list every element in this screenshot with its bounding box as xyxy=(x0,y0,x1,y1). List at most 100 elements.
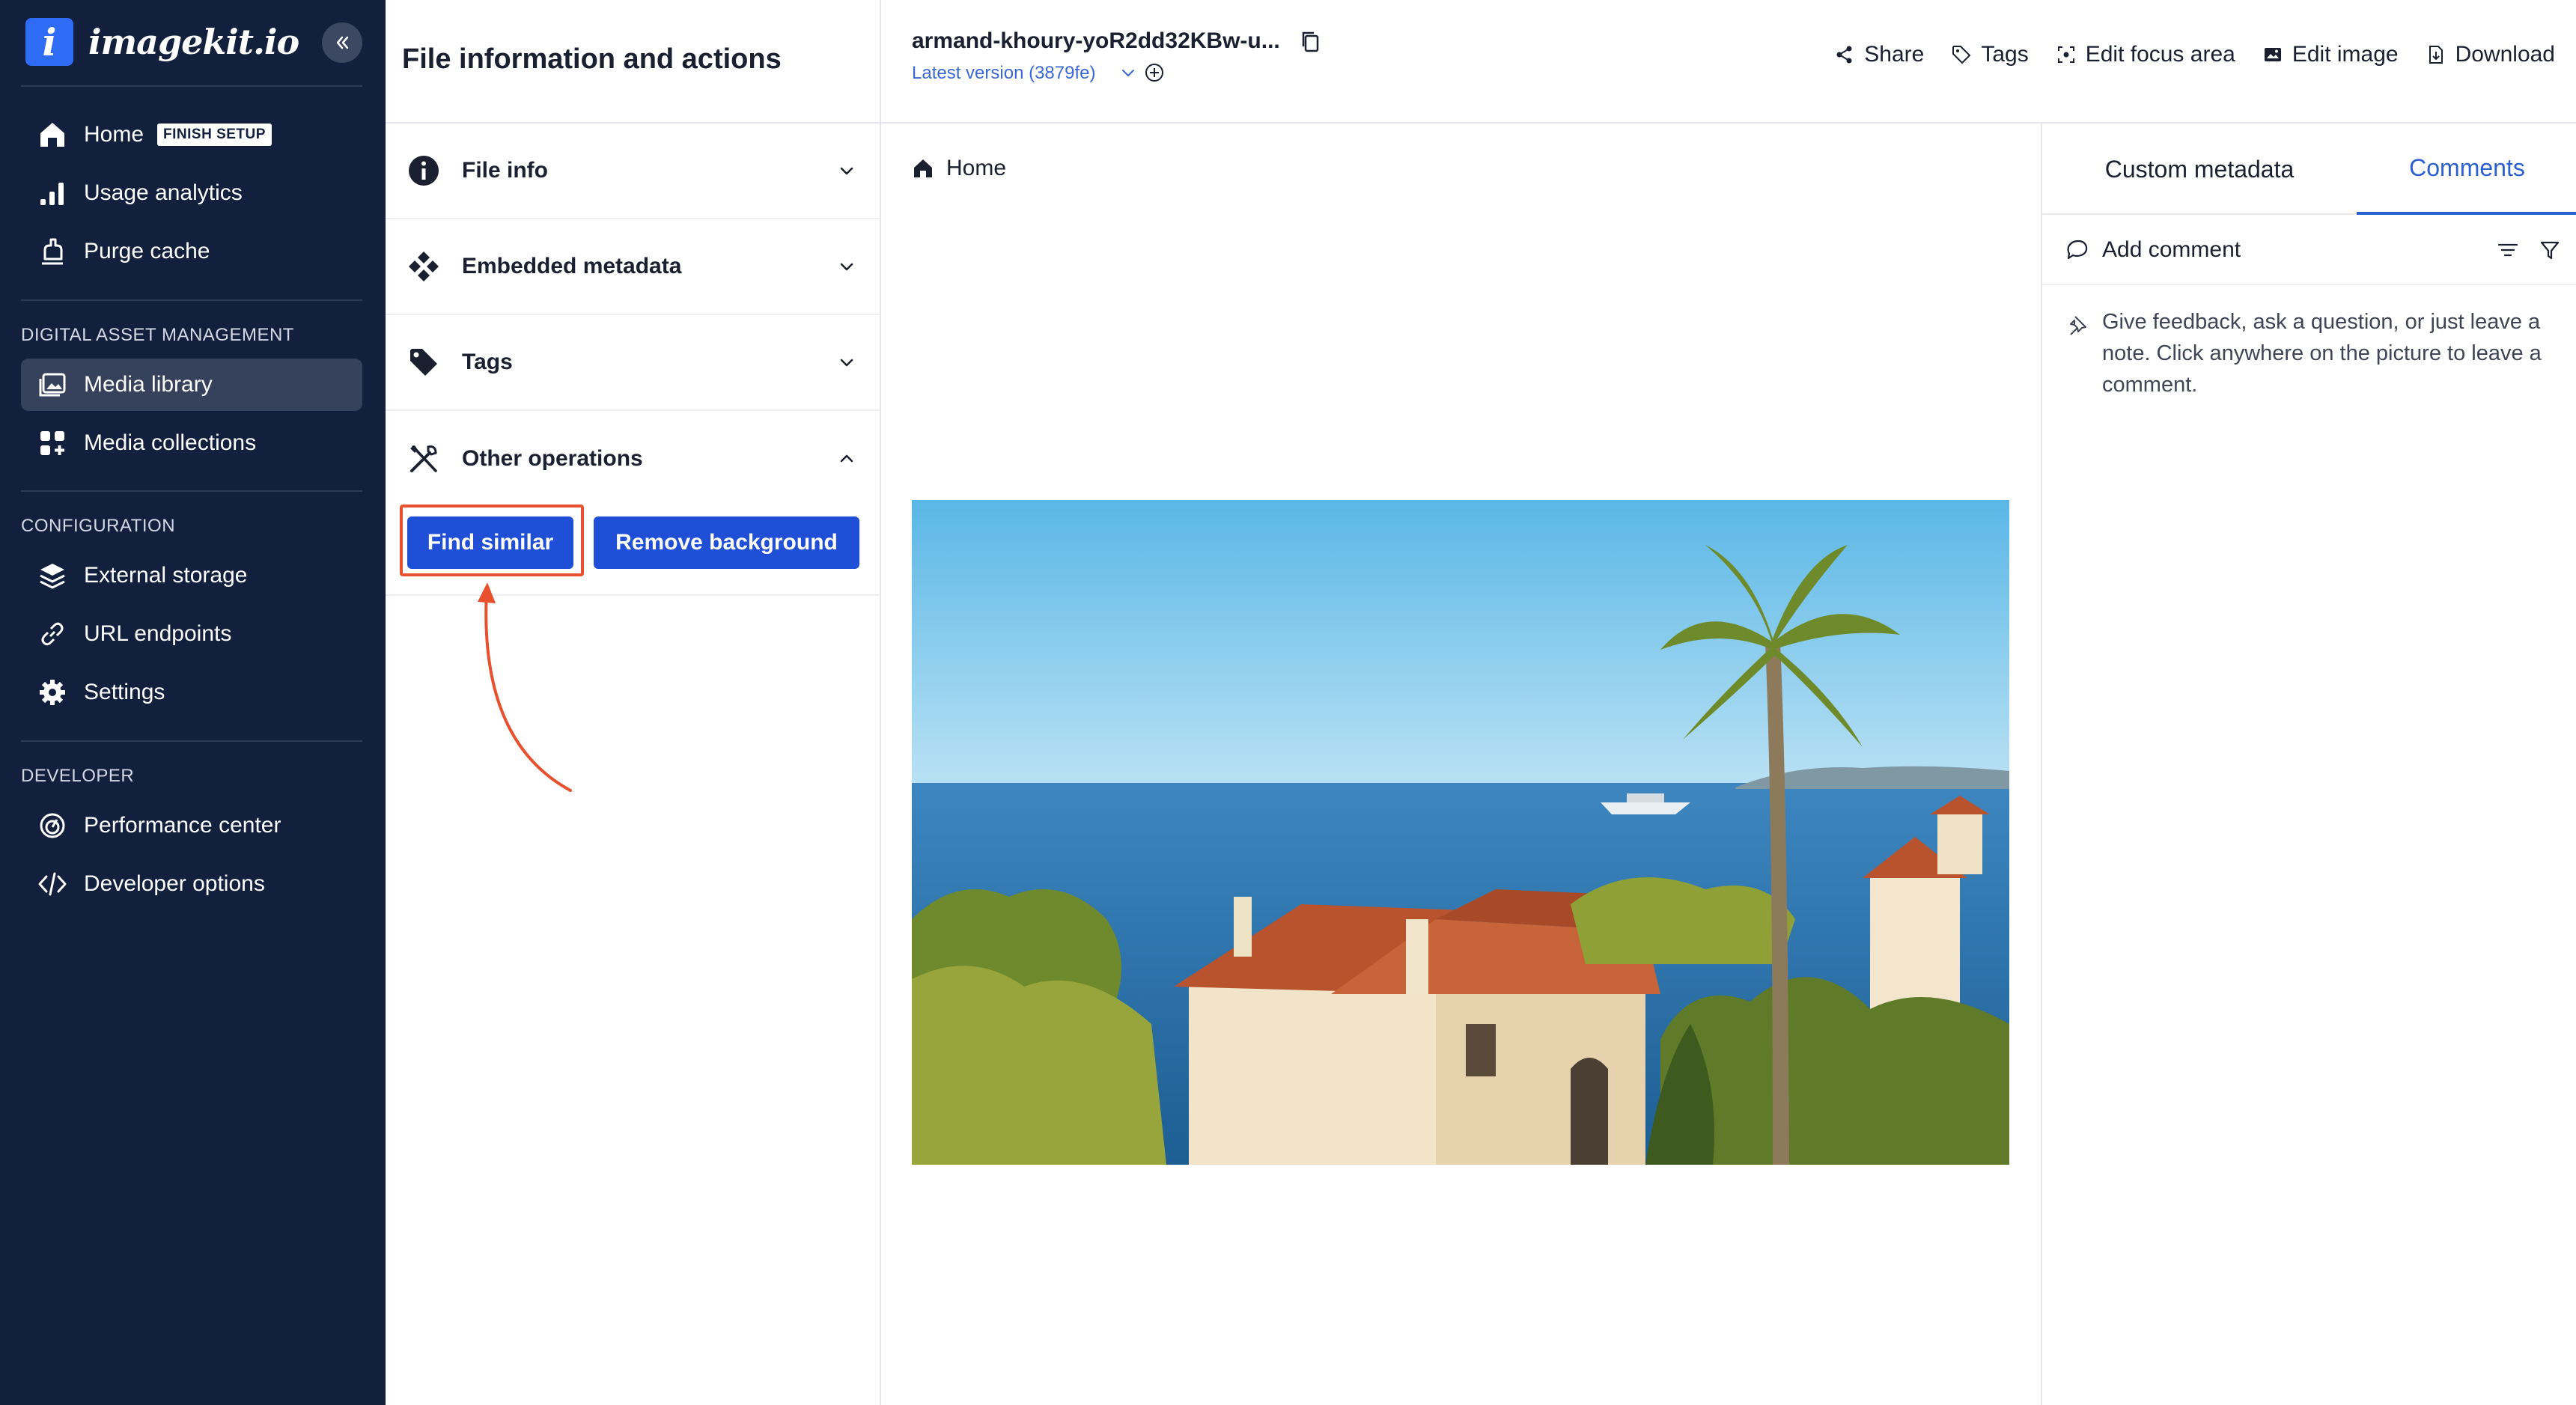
section-title-configuration: CONFIGURATION xyxy=(21,516,176,536)
tag-icon xyxy=(405,344,442,381)
panel-tabs: Custom metadata Comments xyxy=(2042,124,2576,215)
add-comment-bar[interactable]: Add comment xyxy=(2042,216,2576,285)
annotation-highlight-box xyxy=(400,505,584,576)
section-title-dam: DIGITAL ASSET MANAGEMENT xyxy=(21,325,294,345)
sidebar-item-performance-center[interactable]: Performance center xyxy=(21,799,362,852)
add-comment-label: Add comment xyxy=(2102,237,2241,262)
sidebar-item-external-storage[interactable]: External storage xyxy=(21,549,362,602)
main-area: armand-khoury-yoR2dd32KBw-u... Latest ve… xyxy=(881,0,2576,1405)
sidebar-item-label: Media library xyxy=(84,372,213,397)
chevron-down-icon xyxy=(824,162,869,180)
version-selector[interactable]: Latest version (3879fe) xyxy=(912,63,1095,84)
collapse-sidebar-button[interactable] xyxy=(322,22,362,63)
sidebar-item-media-collections[interactable]: Media collections xyxy=(21,417,362,469)
accordion-label: Other operations xyxy=(462,446,643,471)
diamond-grid-icon xyxy=(405,248,442,285)
accordion-label: Tags xyxy=(462,350,513,374)
add-version-icon[interactable] xyxy=(1143,61,1166,84)
copy-icon[interactable] xyxy=(1297,28,1324,55)
breadcrumb-home[interactable]: Home xyxy=(946,156,1006,181)
annotation-arrow-icon xyxy=(478,582,572,792)
sidebar-item-label: Developer options xyxy=(84,871,265,896)
edit-image-label: Edit image xyxy=(2292,42,2399,67)
filter-icon[interactable] xyxy=(2539,239,2561,261)
sidebar-item-home[interactable]: Home FINISH SETUP xyxy=(21,109,362,161)
info-icon xyxy=(405,152,442,189)
divider xyxy=(21,490,362,492)
sidebar-item-url-endpoints[interactable]: URL endpoints xyxy=(21,608,362,660)
sidebar-item-label: Purge cache xyxy=(84,239,210,263)
sidebar-item-developer-options[interactable]: Developer options xyxy=(21,858,362,910)
sidebar-item-purge-cache[interactable]: Purge cache xyxy=(21,225,362,278)
code-icon xyxy=(36,868,69,900)
remove-background-button[interactable]: Remove background xyxy=(594,516,859,569)
accordion-embedded-metadata[interactable]: Embedded metadata xyxy=(386,219,880,315)
top-actions: Share Tags Edit focus area Edit image Do… xyxy=(1807,42,2555,67)
share-label: Share xyxy=(1864,42,1925,67)
comments-panel: Custom metadata Comments Add comment Giv… xyxy=(2041,124,2576,1405)
tab-custom-metadata[interactable]: Custom metadata xyxy=(2042,124,2357,215)
gear-icon xyxy=(36,676,69,709)
chevron-down-icon[interactable] xyxy=(1118,63,1139,84)
image-preview[interactable] xyxy=(912,500,2009,1165)
accordion-other-operations[interactable]: Other operations xyxy=(386,411,880,507)
logo-text: imagekit.io xyxy=(88,22,299,62)
finish-setup-badge[interactable]: FINISH SETUP xyxy=(157,124,272,146)
sidebar-item-settings[interactable]: Settings xyxy=(21,666,362,719)
comments-hint: Give feedback, ask a question, or just l… xyxy=(2065,306,2559,400)
tags-button[interactable]: Tags xyxy=(1951,42,2029,67)
home-icon xyxy=(36,118,69,151)
divider xyxy=(21,740,362,742)
focus-icon xyxy=(2057,46,2074,63)
accordion-tags[interactable]: Tags xyxy=(386,315,880,411)
tab-comments[interactable]: Comments xyxy=(2357,124,2576,215)
eraser-icon xyxy=(36,235,69,268)
sidebar-item-label: URL endpoints xyxy=(84,621,232,646)
sidebar-item-media-library[interactable]: Media library xyxy=(21,359,362,411)
sidebar-item-label: External storage xyxy=(84,563,248,588)
collections-icon xyxy=(36,427,69,460)
share-button[interactable]: Share xyxy=(1834,42,1924,67)
comment-tools xyxy=(2477,239,2561,261)
tag-icon xyxy=(1952,46,1971,64)
sidebar-item-label: Performance center xyxy=(84,813,281,838)
edit-image-button[interactable]: Edit image xyxy=(2262,42,2399,67)
layers-icon xyxy=(36,559,69,592)
sidebar-item-usage-analytics[interactable]: Usage analytics xyxy=(21,167,362,219)
file-name: armand-khoury-yoR2dd32KBw-u... xyxy=(912,28,1280,53)
edit-focus-label: Edit focus area xyxy=(2085,42,2235,67)
tags-label: Tags xyxy=(1981,42,2029,67)
performance-icon xyxy=(36,809,69,842)
sort-icon[interactable] xyxy=(2497,239,2519,261)
breadcrumb: Home xyxy=(912,156,1006,181)
sidebar-item-label: Usage analytics xyxy=(84,180,243,205)
tools-icon xyxy=(405,440,442,478)
download-file-icon xyxy=(2429,46,2443,64)
comment-icon xyxy=(2067,240,2088,260)
bar-chart-icon xyxy=(36,177,69,210)
section-title-developer: DEVELOPER xyxy=(21,766,135,786)
sidebar-item-label: Settings xyxy=(84,680,165,704)
image-gallery-icon xyxy=(36,368,69,401)
divider xyxy=(21,85,362,87)
image-icon xyxy=(2264,48,2281,61)
download-button[interactable]: Download xyxy=(2426,42,2555,67)
chevron-up-icon xyxy=(824,450,869,468)
chevron-down-icon xyxy=(824,353,869,371)
edit-focus-area-button[interactable]: Edit focus area xyxy=(2056,42,2235,67)
divider xyxy=(21,299,362,301)
accordion-label: Embedded metadata xyxy=(462,254,682,278)
chevron-down-icon xyxy=(824,257,869,275)
home-icon xyxy=(914,159,932,177)
panel-header: File information and actions xyxy=(386,0,880,124)
logo[interactable]: i imagekit.io xyxy=(25,18,362,66)
link-icon xyxy=(36,618,69,650)
share-icon xyxy=(1836,46,1852,64)
sidebar-item-label: Media collections xyxy=(84,430,257,455)
preview-image xyxy=(912,500,2009,1165)
accordion-file-info[interactable]: File info xyxy=(386,124,880,219)
hint-text: Give feedback, ask a question, or just l… xyxy=(2102,310,2542,397)
sidebar: i imagekit.io Home FINISH SETUP Usage an… xyxy=(0,0,386,1405)
logo-mark: i xyxy=(25,18,73,66)
sidebar-item-label: Home xyxy=(84,122,144,147)
